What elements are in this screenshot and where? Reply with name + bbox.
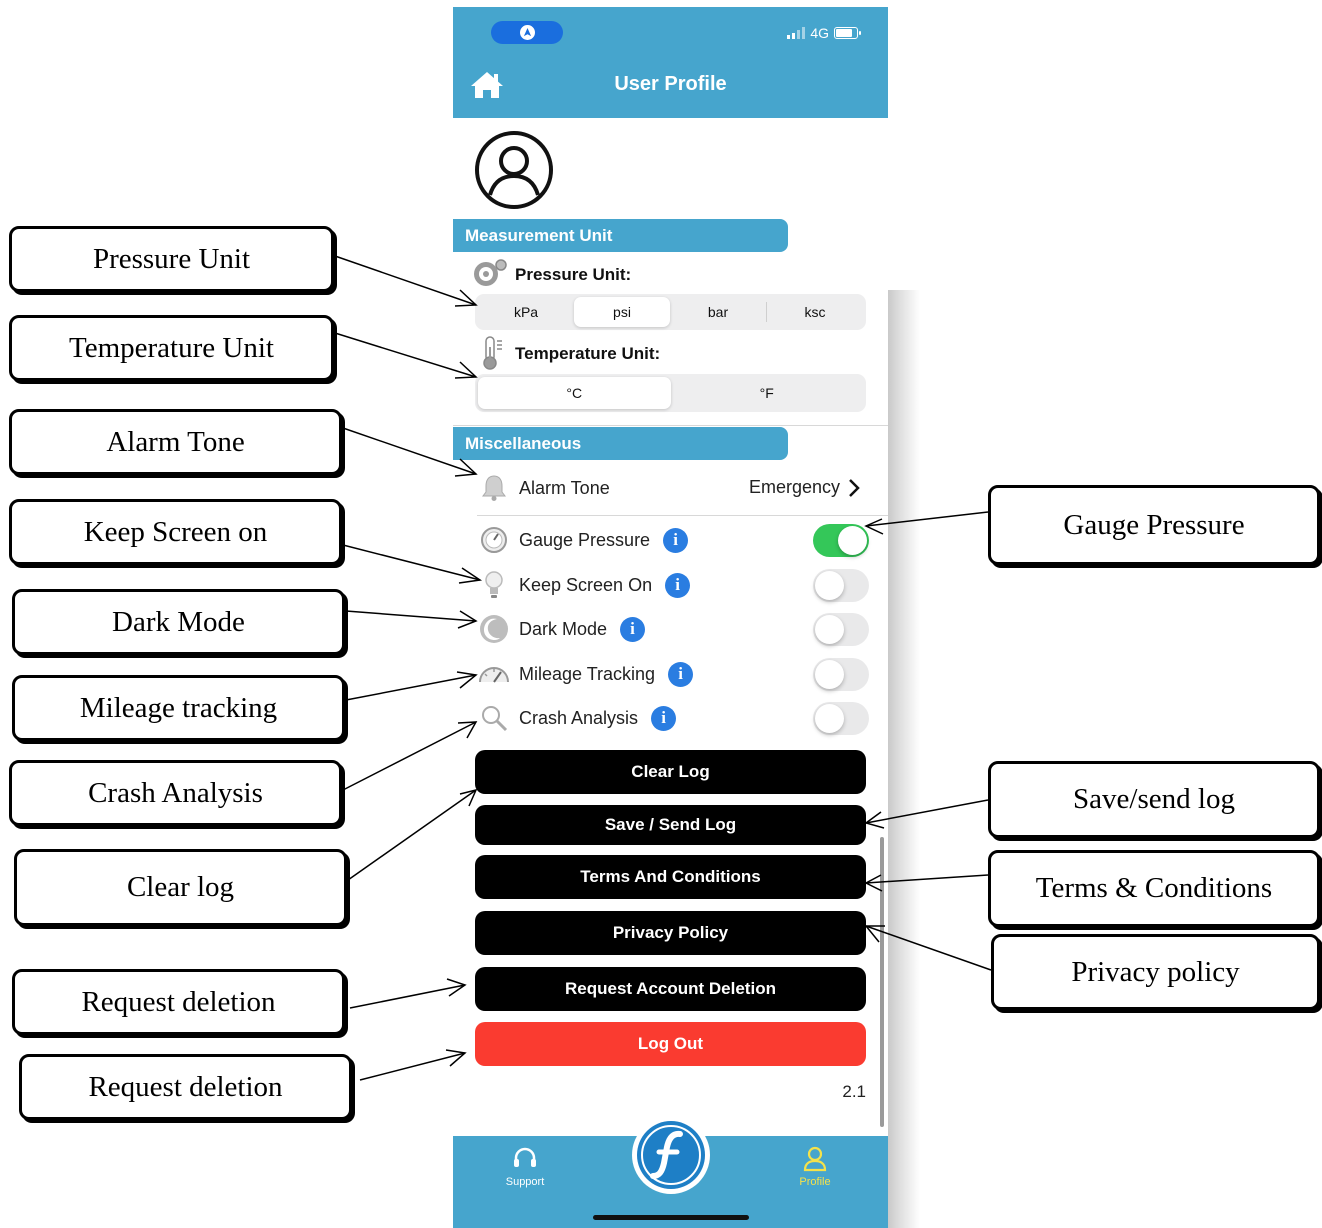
callout-request-deletion: Request deletion (12, 969, 345, 1035)
phone-screen: 4G User Profile Measurement Unit Pressur… (453, 7, 888, 1228)
chevron-right-icon (849, 478, 860, 497)
info-icon[interactable]: i (663, 527, 689, 553)
dark-mode-toggle[interactable] (813, 612, 869, 646)
arrow-request-deletion (349, 984, 466, 1009)
pressure-option-ksc[interactable]: ksc (767, 297, 863, 327)
info-icon[interactable]: i (620, 616, 646, 642)
magnifier-icon (477, 703, 511, 733)
callout-request-deletion-logout: Request deletion (19, 1054, 352, 1120)
mileage-tracking-row: Mileage Tracking i (477, 654, 869, 694)
avatar[interactable] (473, 129, 555, 216)
arrow-request-deletion-logout (359, 1052, 466, 1081)
scrollbar[interactable] (880, 837, 884, 1127)
logout-button[interactable]: Log Out (475, 1022, 866, 1066)
gauge-pressure-label: Gauge Pressure (519, 529, 651, 550)
keep-screen-on-row: Keep Screen On i (477, 565, 869, 605)
network-label: 4G (810, 25, 829, 41)
temperature-unit-selector[interactable]: °C °F (475, 374, 866, 412)
navigation-icon (519, 25, 535, 40)
thermometer-icon (481, 335, 505, 376)
bell-icon (477, 473, 511, 503)
alarm-tone-value[interactable]: Emergency (749, 477, 860, 498)
callout-crash-analysis: Crash Analysis (9, 760, 342, 826)
measurement-section-header: Measurement Unit (453, 219, 788, 252)
pressure-unit-selector[interactable]: kPa psi bar ksc (475, 294, 866, 330)
tab-profile-label: Profile (799, 1176, 831, 1188)
headset-icon (514, 1147, 536, 1167)
signal-icon (787, 27, 806, 39)
callout-clear-log: Clear log (14, 849, 347, 926)
terms-conditions-button[interactable]: Terms And Conditions (475, 855, 866, 899)
tab-profile[interactable]: Profile (775, 1146, 855, 1188)
info-icon[interactable]: i (651, 705, 677, 731)
callout-keep-screen-on: Keep Screen on (9, 499, 342, 565)
callout-terms-conditions: Terms & Conditions (988, 850, 1320, 927)
crash-analysis-row: Crash Analysis i (477, 698, 869, 738)
dark-mode-label: Dark Mode (519, 618, 608, 639)
miscellaneous-section-header: Miscellaneous (453, 427, 788, 460)
home-indicator (593, 1215, 749, 1220)
temperature-option-fahrenheit[interactable]: °F (671, 377, 864, 409)
temperature-option-celsius[interactable]: °C (478, 377, 671, 409)
save-send-log-button[interactable]: Save / Send Log (475, 805, 866, 845)
battery-icon (834, 27, 861, 39)
app-logo-button[interactable] (632, 1116, 710, 1194)
callout-dark-mode: Dark Mode (12, 589, 345, 655)
page-title: User Profile (614, 73, 727, 95)
alarm-tone-selected: Emergency (748, 477, 840, 497)
gauge-icon (477, 525, 511, 555)
keep-screen-on-toggle[interactable] (813, 568, 869, 602)
mileage-tracking-label: Mileage Tracking (519, 663, 656, 684)
gauge-pressure-toggle[interactable] (813, 523, 869, 557)
mileage-tracking-toggle[interactable] (813, 657, 869, 691)
gauge-pressure-row: Gauge Pressure i (477, 520, 869, 560)
bottom-tab-bar: Support Profile (453, 1116, 888, 1228)
crash-analysis-toggle[interactable] (813, 701, 869, 735)
privacy-policy-button[interactable]: Privacy Policy (475, 911, 866, 955)
pressure-option-bar[interactable]: bar (670, 297, 766, 327)
pressure-unit-label: Pressure Unit: (515, 265, 632, 284)
callout-gauge-pressure: Gauge Pressure (988, 485, 1320, 565)
callout-mileage-tracking: Mileage tracking (12, 675, 345, 741)
moon-icon (477, 613, 511, 645)
location-pill (491, 21, 563, 44)
divider (453, 425, 888, 426)
callout-temperature-unit: Temperature Unit (9, 315, 334, 381)
request-account-deletion-button[interactable]: Request Account Deletion (475, 967, 866, 1011)
tab-support-label: Support (505, 1176, 545, 1188)
top-bar: 4G User Profile (453, 7, 888, 118)
pressure-option-kpa[interactable]: kPa (478, 297, 574, 327)
callout-save-send-log: Save/send log (988, 761, 1320, 838)
dark-mode-row: Dark Mode i (477, 609, 869, 649)
speedometer-icon (477, 662, 511, 686)
logo-icon (637, 1121, 705, 1189)
pressure-unit-icon (471, 259, 509, 292)
info-icon[interactable]: i (665, 572, 691, 598)
profile-icon (803, 1146, 827, 1172)
divider (477, 515, 888, 516)
callout-alarm-tone: Alarm Tone (9, 409, 342, 475)
temperature-unit-label: Temperature Unit: (515, 344, 661, 363)
crash-analysis-label: Crash Analysis (519, 707, 639, 728)
status-bar: 4G (787, 25, 861, 41)
tab-support[interactable]: Support (485, 1146, 565, 1188)
pressure-option-psi[interactable]: psi (574, 297, 670, 327)
info-icon[interactable]: i (668, 661, 694, 687)
app-version: 2.1 (842, 1082, 866, 1101)
callout-pressure-unit: Pressure Unit (9, 226, 334, 292)
clear-log-button[interactable]: Clear Log (475, 750, 866, 794)
keep-screen-on-label: Keep Screen On (519, 574, 653, 595)
alarm-tone-label: Alarm Tone (519, 477, 610, 498)
bulb-icon (477, 569, 511, 601)
callout-privacy-policy: Privacy policy (991, 934, 1320, 1010)
